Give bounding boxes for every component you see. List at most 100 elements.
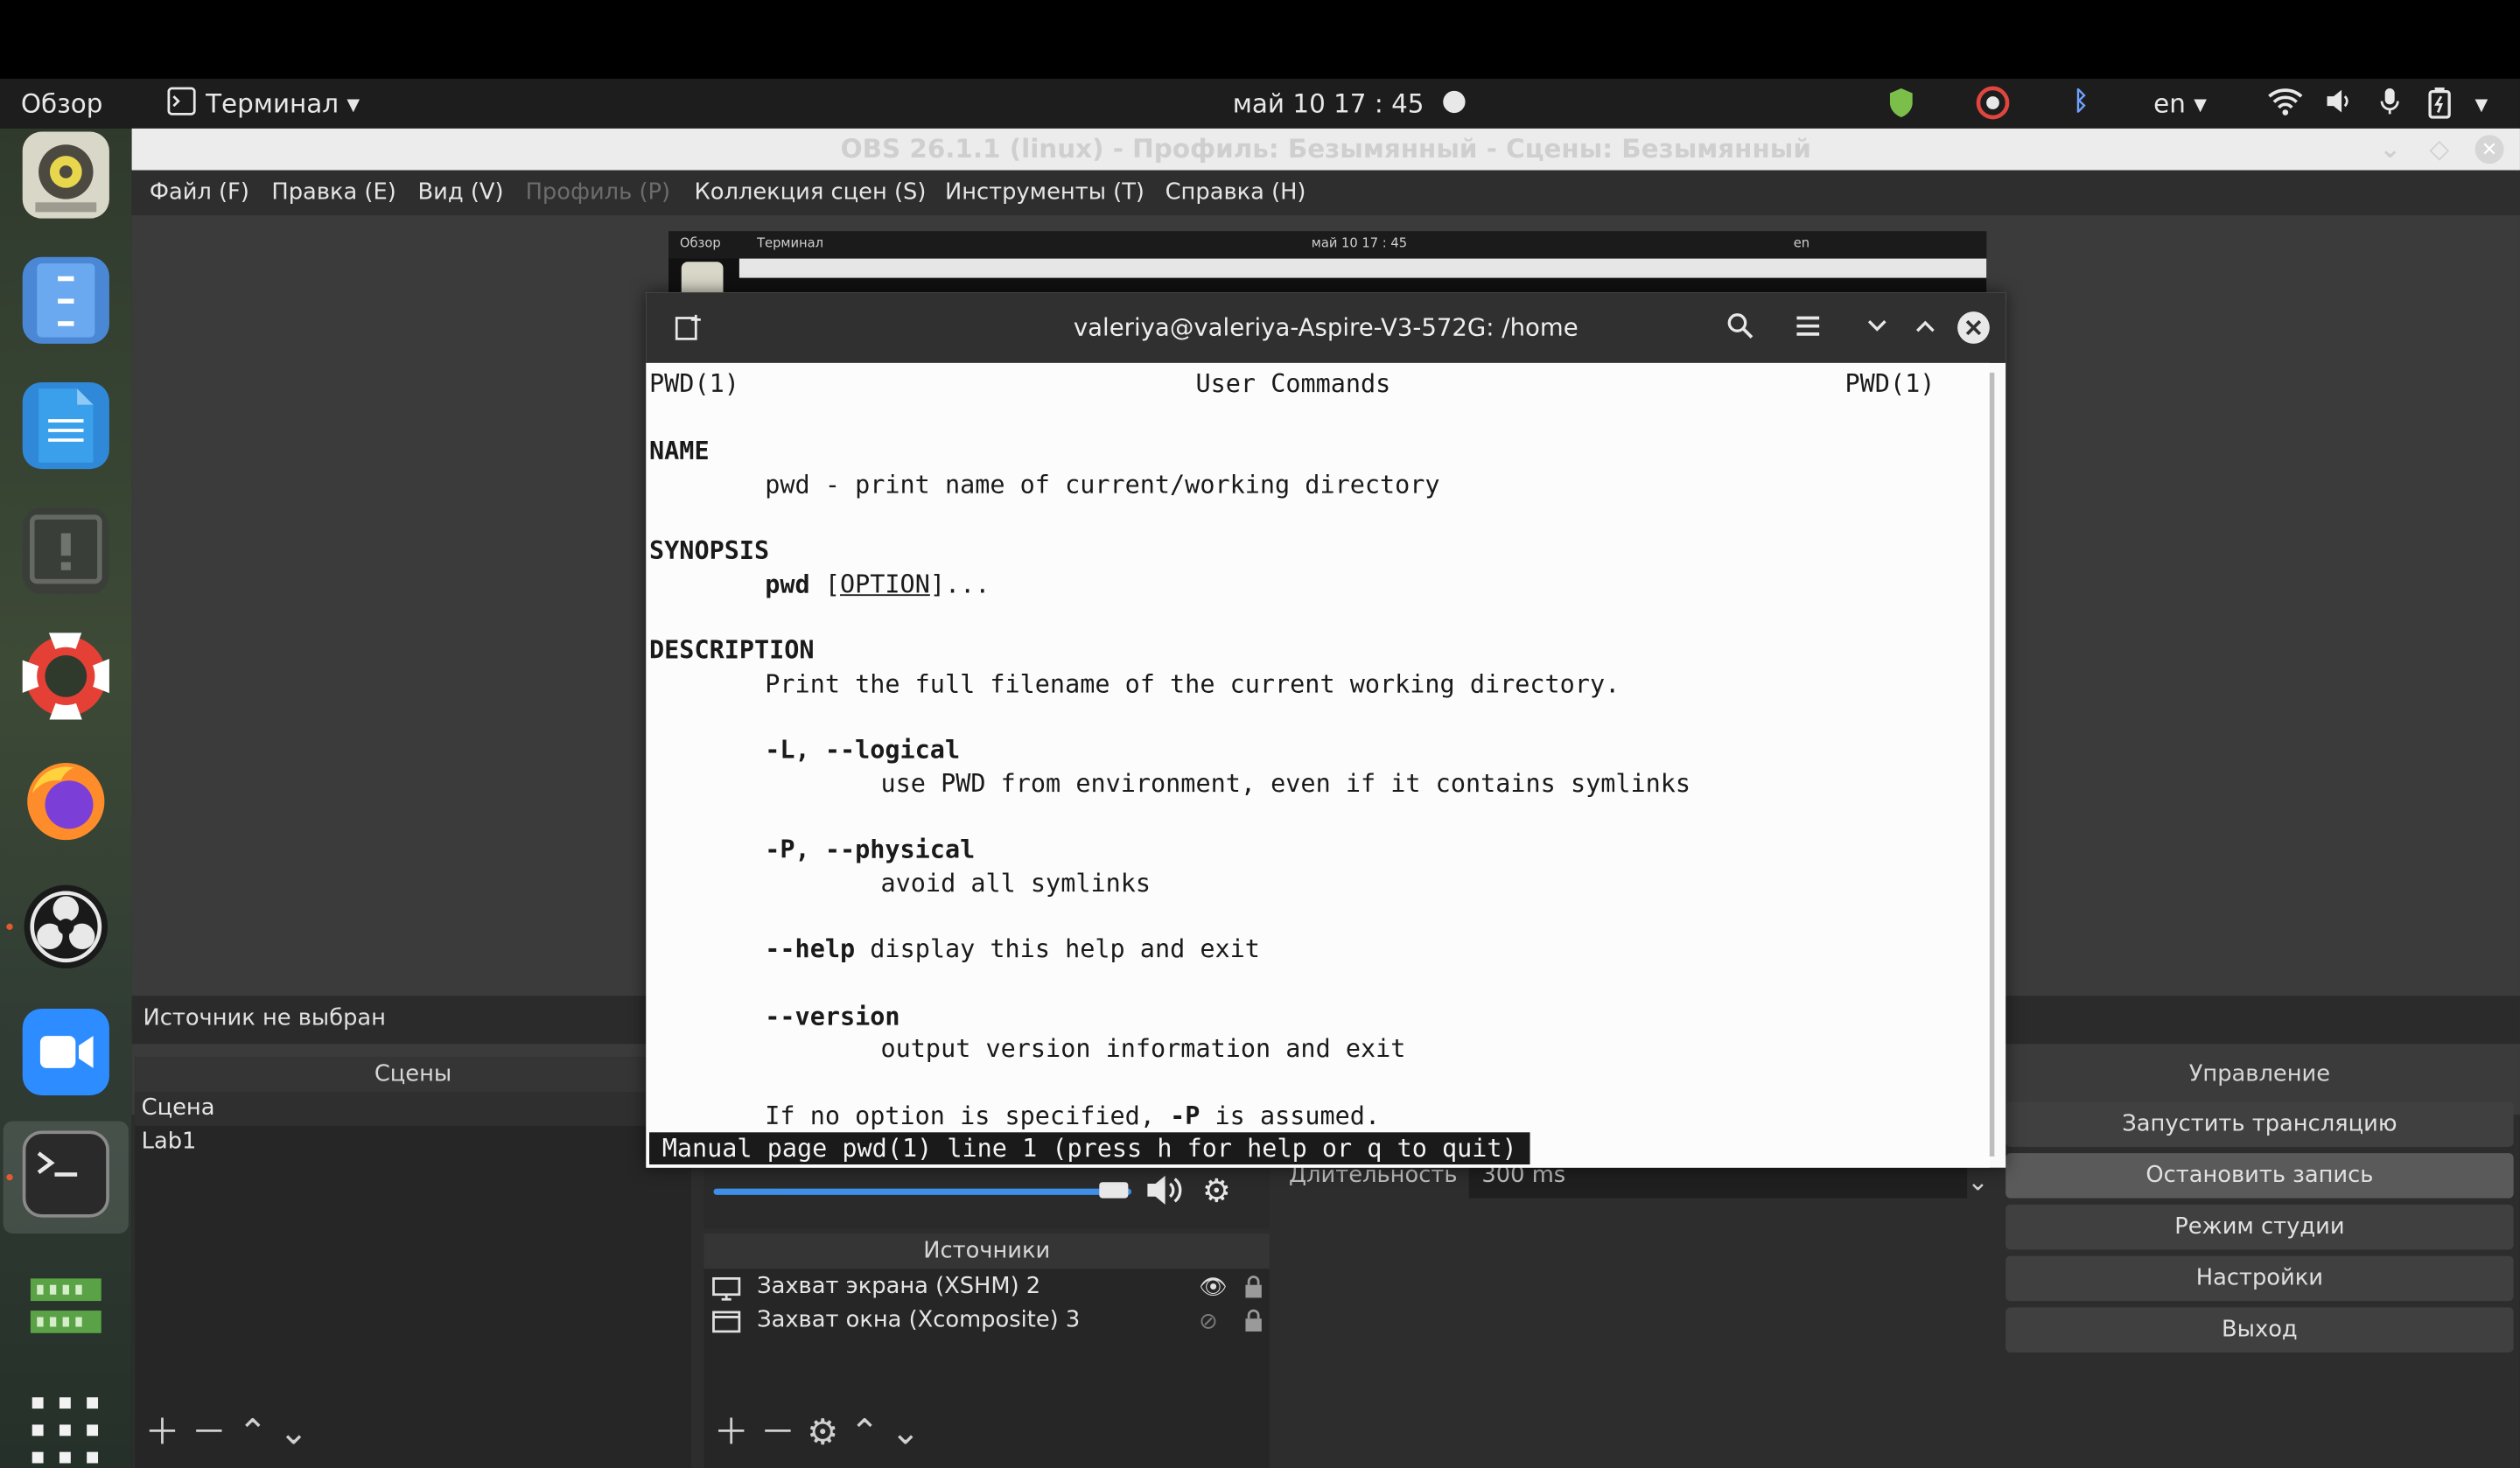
- move-scene-up-icon[interactable]: ⌃: [238, 1414, 268, 1454]
- lock-icon[interactable]: [1244, 1309, 1264, 1333]
- volume-slider-handle[interactable]: [1099, 1182, 1129, 1199]
- volume-icon[interactable]: [2324, 87, 2353, 115]
- source-gear-icon[interactable]: ⚙: [807, 1414, 838, 1454]
- source-item[interactable]: Захват экрана (XSHM) 2 👁: [704, 1272, 1270, 1306]
- terminal-header-bar: valeriya@valeriya-Aspire-V3-572G: /home: [646, 292, 2006, 363]
- start-stream-button[interactable]: Запустить трансляцию: [2006, 1101, 2514, 1147]
- firefox-icon[interactable]: [23, 758, 109, 845]
- default-note-pre: If no option is specified,: [765, 1101, 1155, 1131]
- obs-menubar: Файл (F) Правка (E) Вид (V) Профиль (P) …: [131, 170, 2520, 216]
- name-heading: NAME: [649, 437, 710, 466]
- default-note-post: is assumed.: [1214, 1101, 1381, 1131]
- default-note: If no option is specified, -P is assumed…: [765, 1101, 1380, 1133]
- mixer-gear-icon[interactable]: ⚙: [1202, 1171, 1231, 1209]
- close-icon[interactable]: [1956, 310, 1991, 345]
- source-label: Захват экрана (XSHM) 2: [757, 1273, 1041, 1300]
- battery-icon[interactable]: [2426, 87, 2452, 119]
- system-monitor-icon[interactable]: [23, 1262, 109, 1349]
- minimize-icon[interactable]: ⌄: [2379, 129, 2401, 171]
- help-icon[interactable]: [22, 633, 109, 720]
- zoom-icon[interactable]: [22, 1008, 109, 1096]
- menu-edit[interactable]: Правка (E): [271, 180, 396, 206]
- chrome-icon[interactable]: [1975, 85, 2010, 120]
- man-header-center: User Commands: [1195, 369, 1391, 399]
- maximize-icon[interactable]: [1913, 313, 1938, 339]
- pager-status-line: Manual page pwd(1) line 1 (press h for h…: [649, 1132, 1530, 1165]
- nested-keyboard-layout: en: [1793, 235, 1810, 251]
- exit-button[interactable]: Выход: [2006, 1307, 2514, 1353]
- move-scene-down-icon[interactable]: ⌄: [279, 1414, 309, 1454]
- app-grid-icon[interactable]: [23, 1388, 109, 1468]
- menu-file[interactable]: Файл (F): [150, 180, 249, 206]
- rhythmbox-icon[interactable]: [22, 131, 109, 219]
- menu-help[interactable]: Справка (H): [1166, 180, 1306, 206]
- power-menu-icon[interactable]: ▾: [2475, 88, 2488, 119]
- close-icon[interactable]: ✕: [2474, 135, 2504, 164]
- menu-profile[interactable]: Профиль (P): [526, 180, 670, 206]
- bluetooth-icon[interactable]: ᛒ: [2073, 85, 2089, 115]
- clock[interactable]: май 10 17 : 45: [1233, 88, 1424, 119]
- controls-header-bar: Управление: [2003, 1057, 2517, 1095]
- scenes-header: Сцены: [135, 1057, 691, 1093]
- app-menu-label: Терминал: [206, 87, 340, 119]
- eye-icon[interactable]: 👁: [1199, 1276, 1228, 1301]
- move-source-up-icon[interactable]: ⌃: [850, 1414, 879, 1454]
- add-source-plus-icon[interactable]: ＋: [713, 1414, 748, 1454]
- terminal-window[interactable]: valeriya@valeriya-Aspire-V3-572G: /home …: [646, 292, 2006, 1168]
- minimize-icon[interactable]: [1865, 313, 1890, 339]
- menu-scene-collection[interactable]: Коллекция сцен (S): [694, 180, 926, 206]
- source-label: Захват окна (Xcomposite) 3: [757, 1307, 1081, 1333]
- software-icon[interactable]: [22, 507, 109, 595]
- remove-scene-minus-icon[interactable]: －: [192, 1414, 227, 1454]
- system-top-bar: Обзор Терминал ▾ май 10 17 : 45 ● ᛒ en ▾…: [0, 78, 2520, 129]
- scene-item[interactable]: Сцена: [135, 1092, 691, 1126]
- shield-icon[interactable]: [1886, 87, 1915, 119]
- files-icon[interactable]: [22, 256, 109, 344]
- terminal-dock-icon[interactable]: [22, 1130, 109, 1218]
- move-source-down-icon[interactable]: ⌄: [891, 1414, 920, 1454]
- obs-window-title: OBS 26.1.1 (linux) - Профиль: Безымянный…: [840, 133, 1811, 164]
- obs-icon[interactable]: [23, 884, 109, 970]
- volume-slider-track[interactable]: [713, 1188, 1132, 1195]
- stop-recording-button[interactable]: Остановить запись: [2006, 1153, 2514, 1199]
- app-menu-button[interactable]: Терминал ▾: [206, 88, 360, 119]
- source-item[interactable]: Захват окна (Xcomposite) 3 ⊘: [704, 1306, 1270, 1340]
- terminal-icon: [167, 87, 196, 115]
- writer-icon[interactable]: [22, 381, 109, 470]
- version-flag: --version: [765, 1002, 900, 1031]
- opt-p-flag: -P, --physical: [765, 835, 976, 864]
- obs-title-bar: OBS 26.1.1 (linux) - Профиль: Безымянный…: [131, 128, 2520, 171]
- menu-tools[interactable]: Инструменты (T): [945, 180, 1144, 206]
- synopsis-cmd: pwd: [765, 570, 810, 599]
- keyboard-layout[interactable]: en ▾: [2153, 88, 2207, 119]
- studio-mode-button[interactable]: Режим студии: [2006, 1204, 2514, 1250]
- activities-button[interactable]: Обзор: [21, 88, 103, 119]
- scene-item[interactable]: Lab1: [135, 1126, 690, 1160]
- version-desc: output version information and exit: [880, 1034, 1406, 1064]
- opt-l-desc: use PWD from environment, even if it con…: [880, 769, 1691, 799]
- man-page-view[interactable]: PWD(1) User Commands PWD(1) NAME pwd - p…: [646, 362, 1990, 1168]
- terminal-scrollbar[interactable]: [1989, 372, 1995, 1157]
- chevron-down-icon[interactable]: ⌄: [1967, 1166, 1989, 1197]
- remove-source-minus-icon[interactable]: －: [760, 1414, 795, 1454]
- controls-header: Управление: [2188, 1061, 2331, 1087]
- default-note-flag: -P: [1170, 1101, 1200, 1131]
- maximize-icon[interactable]: ◇: [2430, 129, 2450, 171]
- speaker-icon[interactable]: [1144, 1172, 1186, 1207]
- nested-activities: Обзор: [679, 235, 721, 251]
- record-indicator: ●: [1441, 83, 1467, 118]
- settings-button[interactable]: Настройки: [2006, 1255, 2514, 1302]
- running-indicator: [6, 923, 13, 930]
- add-scene-plus-icon[interactable]: ＋: [144, 1414, 179, 1454]
- mic-icon[interactable]: [2380, 87, 2399, 115]
- sources-dock: Источники Захват экрана (XSHM) 2 👁 Захва…: [704, 1233, 1270, 1468]
- menu-view[interactable]: Вид (V): [418, 180, 504, 206]
- wifi-icon[interactable]: [2268, 87, 2303, 115]
- search-icon[interactable]: [1726, 311, 1755, 340]
- lock-icon[interactable]: [1244, 1276, 1264, 1300]
- eye-hidden-icon[interactable]: ⊘: [1199, 1309, 1218, 1334]
- opt-l-flag: -L, --logical: [765, 735, 961, 765]
- description-text: Print the full filename of the current w…: [765, 669, 1620, 699]
- hamburger-icon[interactable]: [1794, 313, 1823, 339]
- name-line: pwd - print name of current/working dire…: [765, 470, 1440, 500]
